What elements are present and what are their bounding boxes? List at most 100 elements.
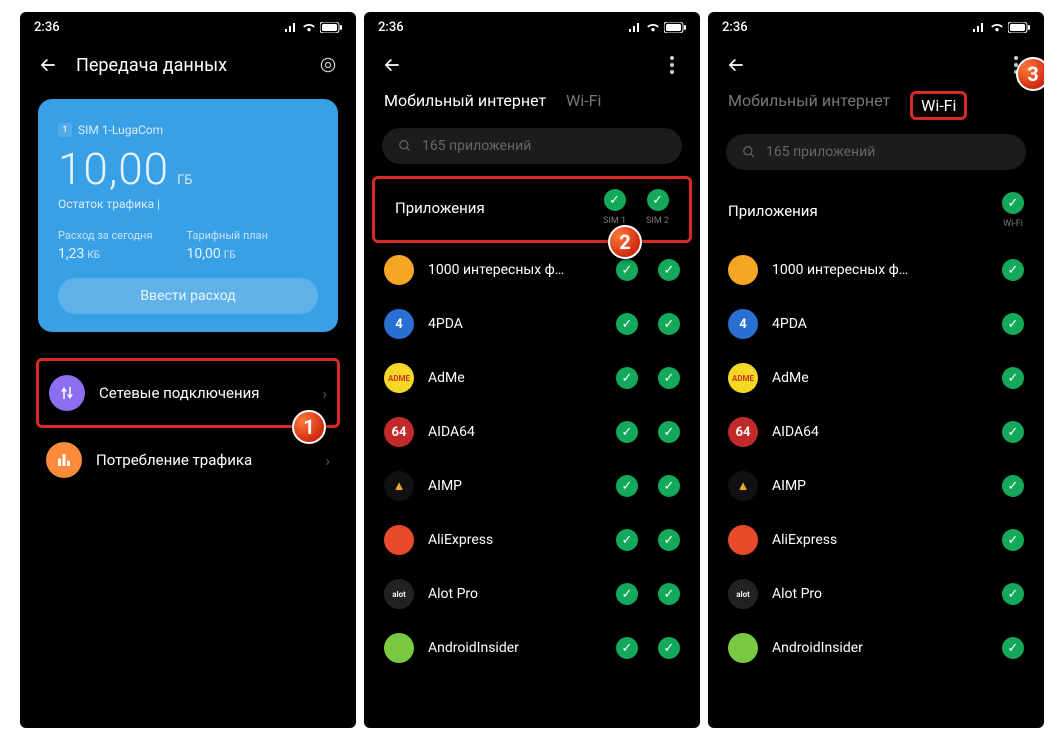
tab-mobile[interactable]: Мобильный интернет	[728, 91, 890, 120]
app-icon: 4	[728, 309, 758, 339]
check-toggle[interactable]: ✓	[1002, 259, 1024, 281]
app-icon: ▲	[728, 471, 758, 501]
app-row[interactable]: ADMEAdMe✓	[708, 351, 1044, 405]
status-icons	[628, 22, 686, 33]
check-toggle[interactable]: ✓	[1002, 529, 1024, 551]
app-toggles: ✓✓	[616, 367, 680, 389]
check-toggle[interactable]: ✓	[616, 259, 638, 281]
app-icon	[728, 525, 758, 555]
updown-arrows-icon	[49, 375, 85, 411]
check-toggle[interactable]: ✓	[1002, 421, 1024, 443]
app-row[interactable]: ▲AIMP✓	[708, 459, 1044, 513]
app-icon: 4	[384, 309, 414, 339]
app-row[interactable]: alotAlot Pro✓✓	[364, 567, 700, 621]
wifi-icon	[990, 23, 1004, 33]
app-row[interactable]: ▲AIMP✓✓	[364, 459, 700, 513]
app-toggles: ✓✓	[616, 637, 680, 659]
app-row[interactable]: ADMEAdMe✓✓	[364, 351, 700, 405]
app-icon	[728, 633, 758, 663]
check-toggle[interactable]: ✓	[658, 529, 680, 551]
more-button[interactable]	[660, 53, 684, 77]
app-name: 1000 интересных ф…	[428, 262, 602, 278]
check-toggle[interactable]: ✓	[1002, 367, 1024, 389]
bars-icon	[46, 442, 82, 478]
app-row[interactable]: AndroidInsider✓✓	[364, 621, 700, 675]
check-toggle[interactable]: ✓	[658, 313, 680, 335]
sim-badge-icon: 1	[58, 123, 72, 137]
tab-mobile[interactable]: Мобильный интернет	[384, 91, 546, 114]
check-toggle[interactable]: ✓	[1002, 313, 1024, 335]
app-name: AndroidInsider	[428, 640, 602, 656]
check-toggle[interactable]: ✓	[1002, 475, 1024, 497]
app-row[interactable]: 1000 интересных ф… ✓	[708, 243, 1044, 297]
app-row[interactable]: alotAlot Pro✓	[708, 567, 1044, 621]
back-button[interactable]	[380, 53, 404, 77]
check-icon: ✓	[647, 189, 669, 211]
col-wifi[interactable]: ✓ Wi-Fi	[1002, 192, 1024, 229]
settings-button[interactable]	[316, 53, 340, 77]
search-placeholder: 165 приложений	[766, 144, 875, 160]
back-button[interactable]	[36, 53, 60, 77]
menu-traffic-usage[interactable]: Потребление трафика ›	[36, 428, 340, 492]
gear-icon	[318, 55, 338, 75]
app-toggles: ✓	[1002, 529, 1024, 551]
app-row[interactable]: AliExpress ✓ ✓	[364, 513, 700, 567]
check-toggle[interactable]: ✓	[616, 421, 638, 443]
tabs: Мобильный интернет Wi-Fi 3	[708, 91, 1044, 130]
apps-header-label: Приложения	[395, 199, 603, 217]
app-name: AliExpress	[428, 532, 602, 548]
data-unit: ГБ	[177, 173, 192, 188]
tab-wifi[interactable]: Wi-Fi	[566, 91, 601, 114]
app-row[interactable]: 64AIDA64✓	[708, 405, 1044, 459]
check-icon: ✓	[1002, 192, 1024, 214]
arrow-left-icon	[726, 55, 746, 75]
phone-screen-2: 2:36 Мобильный интернет Wi-Fi 165 прилож…	[364, 12, 700, 728]
col-label: SIM 2	[646, 216, 669, 226]
check-toggle[interactable]: ✓	[616, 313, 638, 335]
stat-plan-label: Тарифный план	[187, 229, 268, 242]
app-list: 1000 интересных ф…✓44PDA✓ADMEAdMe✓64AIDA…	[708, 243, 1044, 675]
check-toggle[interactable]: ✓	[616, 529, 638, 551]
check-toggle[interactable]: ✓	[658, 637, 680, 659]
app-icon	[384, 633, 414, 663]
check-toggle[interactable]: ✓	[658, 475, 680, 497]
app-name: 1000 интересных ф…	[772, 262, 988, 278]
check-toggle[interactable]: ✓	[1002, 583, 1024, 605]
check-toggle[interactable]: ✓	[616, 637, 638, 659]
phone-screen-3: 2:36 Мобильный интернет Wi-Fi 3 165 прил…	[708, 12, 1044, 728]
app-row[interactable]: AndroidInsider✓	[708, 621, 1044, 675]
check-toggle[interactable]: ✓	[616, 583, 638, 605]
status-time: 2:36	[722, 20, 748, 35]
col-sim2[interactable]: ✓ SIM 2	[646, 189, 669, 226]
app-row[interactable]: 4 4PDA ✓	[708, 297, 1044, 351]
app-name: 4PDA	[772, 316, 988, 332]
app-name: AIDA64	[428, 424, 602, 440]
enter-usage-button[interactable]: Ввести расход	[58, 278, 318, 314]
check-toggle[interactable]: ✓	[658, 421, 680, 443]
check-toggle[interactable]: ✓	[658, 367, 680, 389]
check-toggle[interactable]: ✓	[616, 475, 638, 497]
check-toggle[interactable]: ✓	[1002, 637, 1024, 659]
check-toggle[interactable]: ✓	[616, 367, 638, 389]
app-row[interactable]: 64AIDA64✓✓	[364, 405, 700, 459]
check-toggle[interactable]: ✓	[658, 583, 680, 605]
apps-header[interactable]: Приложения ✓ SIM 1 ✓ SIM 2	[372, 176, 692, 243]
tab-wifi[interactable]: Wi-Fi	[910, 91, 967, 120]
status-bar: 2:36	[364, 12, 700, 39]
back-button[interactable]	[724, 53, 748, 77]
search-input[interactable]: 165 приложений	[382, 128, 682, 164]
app-toggles: ✓	[1002, 367, 1024, 389]
col-sim1[interactable]: ✓ SIM 1	[603, 189, 626, 226]
battery-icon	[1008, 22, 1030, 33]
col-label: Wi-Fi	[1003, 219, 1023, 229]
status-time: 2:36	[378, 20, 404, 35]
dots-icon	[1014, 56, 1018, 60]
app-row[interactable]: 1000 интересных ф… ✓ ✓	[364, 243, 700, 297]
app-row[interactable]: 44PDA✓✓	[364, 297, 700, 351]
search-input[interactable]: 165 приложений	[726, 134, 1026, 170]
app-toggles: ✓	[1002, 421, 1024, 443]
app-row[interactable]: AliExpress✓	[708, 513, 1044, 567]
data-remaining: 10,00 ГБ	[58, 143, 318, 195]
check-toggle[interactable]: ✓	[658, 259, 680, 281]
apps-header[interactable]: Приложения ✓ Wi-Fi	[708, 182, 1044, 243]
